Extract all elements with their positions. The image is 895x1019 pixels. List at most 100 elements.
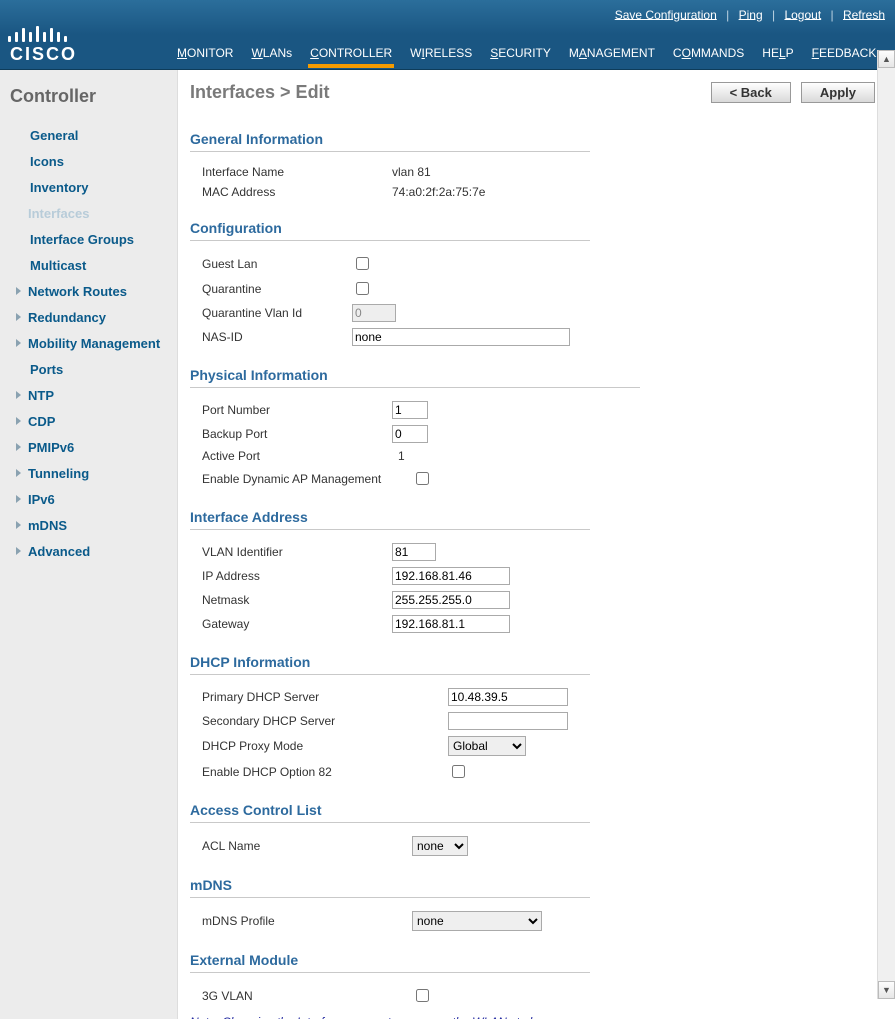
sidebar-item-interfaces[interactable]: Interfaces xyxy=(10,201,177,227)
cisco-bars-icon xyxy=(8,24,67,42)
vlan3g-checkbox[interactable] xyxy=(416,989,429,1002)
secondary-dhcp-label: Secondary DHCP Server xyxy=(202,714,448,728)
netmask-input[interactable] xyxy=(392,591,510,609)
section-interface-address: Interface Address VLAN Identifier IP Add… xyxy=(190,509,590,636)
gateway-input[interactable] xyxy=(392,615,510,633)
sidebar-item-mdns[interactable]: mDNS xyxy=(10,513,177,539)
top-bar: Save Configuration | Ping | Logout | Ref… xyxy=(0,0,895,70)
quarantine-checkbox[interactable] xyxy=(356,282,369,295)
cisco-text: CISCO xyxy=(10,44,77,65)
back-button[interactable]: < Back xyxy=(711,82,791,103)
ping-link[interactable]: Ping xyxy=(739,7,763,21)
sidebar-item-redundancy[interactable]: Redundancy xyxy=(10,305,177,331)
nasid-input[interactable] xyxy=(352,328,570,346)
section-external-module: External Module 3G VLAN xyxy=(190,952,590,1008)
save-config-link[interactable]: Save Configuration xyxy=(615,7,717,21)
section-title: Access Control List xyxy=(190,802,590,823)
dhcp-opt82-label: Enable DHCP Option 82 xyxy=(202,765,448,779)
nasid-label: NAS-ID xyxy=(202,330,352,344)
sidebar-item-interface-groups[interactable]: Interface Groups xyxy=(10,227,177,253)
sidebar-item-mobility-management[interactable]: Mobility Management xyxy=(10,331,177,357)
vlan-id-input[interactable] xyxy=(392,543,436,561)
nav-security[interactable]: SECURITY xyxy=(490,42,551,68)
backup-port-label: Backup Port xyxy=(202,427,392,441)
nav-monitor[interactable]: MONITOR xyxy=(177,42,233,68)
refresh-link[interactable]: Refresh xyxy=(843,7,885,21)
top-nav: MONITOR WLANs CONTROLLER WIRELESS SECURI… xyxy=(77,41,895,69)
qvlan-label: Quarantine Vlan Id xyxy=(202,306,352,320)
section-mdns: mDNS mDNS Profile none xyxy=(190,877,590,934)
section-title: Physical Information xyxy=(190,367,640,388)
sidebar-item-pmipv6[interactable]: PMIPv6 xyxy=(10,435,177,461)
sidebar-item-multicast[interactable]: Multicast xyxy=(10,253,177,279)
sidebar-item-tunneling[interactable]: Tunneling xyxy=(10,461,177,487)
gateway-label: Gateway xyxy=(202,617,392,631)
sidebar-item-ports[interactable]: Ports xyxy=(10,357,177,383)
cisco-logo: CISCO xyxy=(0,22,77,69)
scroll-down-button[interactable]: ▼ xyxy=(878,981,895,999)
scroll-up-button[interactable]: ▲ xyxy=(878,50,895,68)
nav-help[interactable]: HELP xyxy=(762,42,793,68)
dynap-checkbox[interactable] xyxy=(416,472,429,485)
qvlan-input xyxy=(352,304,396,322)
section-physical: Physical Information Port Number Backup … xyxy=(190,367,640,491)
ip-input[interactable] xyxy=(392,567,510,585)
section-title: General Information xyxy=(190,131,590,152)
acl-name-select[interactable]: none xyxy=(412,836,468,856)
sidebar-item-network-routes[interactable]: Network Routes xyxy=(10,279,177,305)
sidebar: Controller GeneralIconsInventoryInterfac… xyxy=(0,70,178,1019)
secondary-dhcp-input[interactable] xyxy=(448,712,568,730)
dhcp-proxy-select[interactable]: Global xyxy=(448,736,526,756)
sidebar-item-cdp[interactable]: CDP xyxy=(10,409,177,435)
mdns-profile-select[interactable]: none xyxy=(412,911,542,931)
section-title: mDNS xyxy=(190,877,590,898)
dynap-label: Enable Dynamic AP Management xyxy=(202,472,412,486)
logout-link[interactable]: Logout xyxy=(784,7,821,21)
sidebar-item-inventory[interactable]: Inventory xyxy=(10,175,177,201)
dhcp-proxy-label: DHCP Proxy Mode xyxy=(202,739,448,753)
nav-wlans[interactable]: WLANs xyxy=(251,42,292,68)
dhcp-opt82-checkbox[interactable] xyxy=(452,765,465,778)
backup-port-input[interactable] xyxy=(392,425,428,443)
apply-button[interactable]: Apply xyxy=(801,82,875,103)
section-title: External Module xyxy=(190,952,590,973)
section-configuration: Configuration Guest Lan Quarantine Quara… xyxy=(190,220,590,349)
guest-lan-checkbox[interactable] xyxy=(356,257,369,270)
content-area: Interfaces > Edit < Back Apply General I… xyxy=(178,70,895,1019)
mac-value: 74:a0:2f:2a:75:7e xyxy=(392,185,485,199)
active-port-label: Active Port xyxy=(202,449,392,463)
section-acl: Access Control List ACL Name none xyxy=(190,802,590,859)
mdns-profile-label: mDNS Profile xyxy=(202,914,412,928)
nav-commands[interactable]: COMMANDS xyxy=(673,42,744,68)
iface-name-label: Interface Name xyxy=(202,165,392,179)
netmask-label: Netmask xyxy=(202,593,392,607)
primary-dhcp-label: Primary DHCP Server xyxy=(202,690,448,704)
top-links: Save Configuration | Ping | Logout | Ref… xyxy=(615,7,885,22)
vlan-id-label: VLAN Identifier xyxy=(202,545,392,559)
mac-label: MAC Address xyxy=(202,185,392,199)
ip-label: IP Address xyxy=(202,569,392,583)
primary-dhcp-input[interactable] xyxy=(448,688,568,706)
section-title: DHCP Information xyxy=(190,654,590,675)
vertical-scrollbar[interactable]: ▲ ▼ xyxy=(877,50,895,999)
sidebar-item-ipv6[interactable]: IPv6 xyxy=(10,487,177,513)
quarantine-label: Quarantine xyxy=(202,282,352,296)
vlan3g-label: 3G VLAN xyxy=(202,989,412,1003)
sidebar-item-ntp[interactable]: NTP xyxy=(10,383,177,409)
section-title: Interface Address xyxy=(190,509,590,530)
port-input[interactable] xyxy=(392,401,428,419)
section-title: Configuration xyxy=(190,220,590,241)
breadcrumb: Interfaces > Edit xyxy=(190,82,330,103)
nav-feedback[interactable]: FEEDBACK xyxy=(812,42,877,68)
sidebar-item-icons[interactable]: Icons xyxy=(10,149,177,175)
nav-controller[interactable]: CONTROLLER xyxy=(310,42,392,68)
section-general-info: General Information Interface Name vlan … xyxy=(190,131,590,202)
nav-wireless[interactable]: WIRELESS xyxy=(410,42,472,68)
sidebar-item-advanced[interactable]: Advanced xyxy=(10,539,177,565)
sidebar-title: Controller xyxy=(10,86,177,107)
nav-management[interactable]: MANAGEMENT xyxy=(569,42,655,68)
port-label: Port Number xyxy=(202,403,392,417)
acl-name-label: ACL Name xyxy=(202,839,412,853)
footer-note: Note: Changing the Interface parameters … xyxy=(190,1012,590,1019)
sidebar-item-general[interactable]: General xyxy=(10,123,177,149)
